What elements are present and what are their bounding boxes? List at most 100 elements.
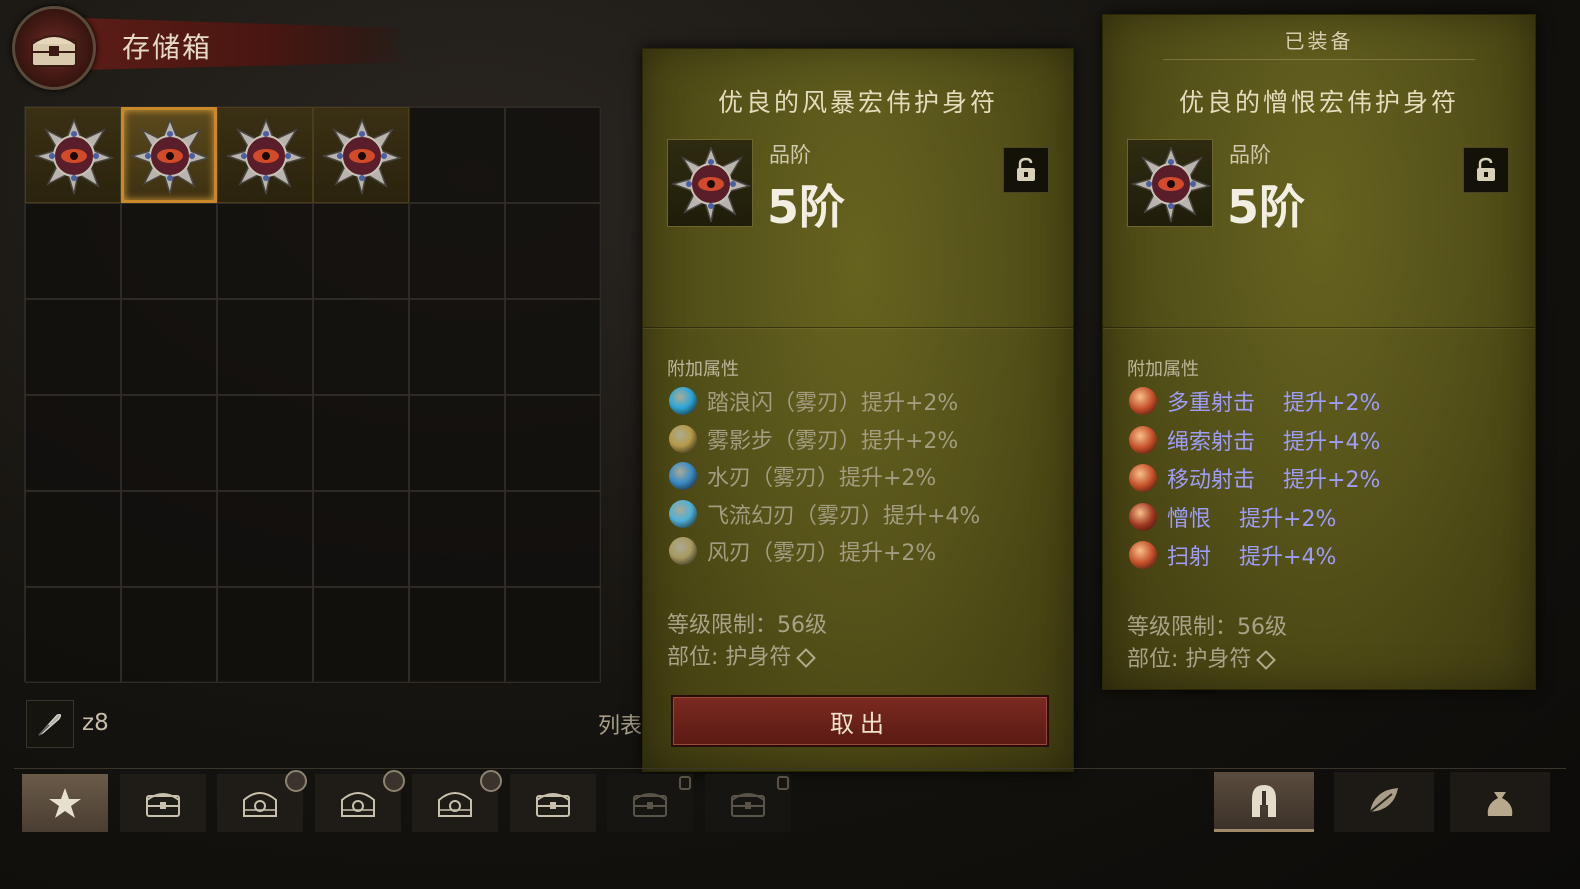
storage-tab-6[interactable] [509,774,596,832]
equipped-tooltip-card: 已装备 优良的憎恨宏伟护身符 品阶 5阶 附加属性 等级限制：56级 部位: 护… [1102,14,1536,690]
attribute-text: 风刃（雾刃）提升+2% [707,541,937,566]
skill-icon [1129,502,1157,531]
storage-slot[interactable] [25,107,121,203]
inventory-tab-bag[interactable] [1450,772,1550,832]
storage-tab-8[interactable] [704,774,791,832]
storage-slot[interactable] [505,395,601,491]
attribute-row: 踏浪闪（雾刃）提升+2% [669,385,958,417]
storage-slot[interactable] [121,203,217,299]
attribute-skill: 绳索射击 [1167,429,1256,455]
attribute-row: 水刃（雾刃）提升+2% [669,460,936,492]
storage-slot[interactable] [121,107,217,203]
slot-text: 部位: 护身符 [667,645,792,670]
skill-icon [1129,387,1157,415]
storage-slot[interactable] [313,203,409,299]
storage-slot[interactable] [313,491,409,587]
item-name: 优良的风暴宏伟护身符 [717,88,998,117]
lock-toggle-icon[interactable] [1463,147,1509,193]
amulet-icon [227,119,305,195]
storage-slot[interactable] [505,203,601,299]
lock-icon [679,776,691,790]
level-requirement: 等级限制：56级 [1127,615,1287,640]
storage-slot[interactable] [505,107,601,203]
item-name: 优良的憎恨宏伟护身符 [1178,88,1459,117]
slot-info: 部位: 护身符 [667,639,817,671]
skill-icon [669,387,697,415]
ornate-chest-icon [438,792,472,817]
slot-diamond-icon [796,648,817,668]
slot-text: 部位: 护身符 [1127,647,1252,672]
attribute-row: 飞流幻刃（雾刃）提升+4% [669,498,980,530]
skill-icon [669,499,697,528]
storage-tab-3[interactable] [217,770,307,832]
storage-tab-7[interactable] [607,774,693,832]
attribute-skill: 多重射击 [1167,391,1256,416]
storage-slot[interactable] [25,299,121,395]
item-icon [1127,139,1213,227]
list-view-label[interactable]: 列表 [598,708,642,740]
attribute-row: 多重射击 提升+2% [1129,385,1380,417]
take-out-button[interactable]: 取出 [671,695,1049,747]
inventory-tab-helmet[interactable] [1214,772,1314,832]
card-divider [1103,327,1535,328]
attribute-value: 提升+4% [1239,545,1337,570]
storage-slot[interactable] [25,203,121,299]
lock-icon [776,776,789,790]
storage-slot[interactable] [313,299,409,395]
storage-slot[interactable] [505,587,601,683]
storage-slot[interactable] [409,299,505,395]
storage-slot[interactable] [505,491,601,587]
clock-icon [480,770,502,792]
storage-slot[interactable] [121,587,217,683]
storage-slot[interactable] [505,299,601,395]
chest-icon [730,793,765,817]
storage-slot[interactable] [409,587,505,683]
slot-diamond-icon [1256,650,1277,670]
ornate-chest-icon [243,792,277,817]
storage-header: 存储箱 [12,6,432,90]
storage-tab-5[interactable] [412,770,502,832]
attribute-value: 提升+2% [1283,468,1381,493]
attribute-value: 提升+2% [1239,506,1337,532]
storage-slot[interactable] [409,107,505,203]
quill-currency-icon[interactable] [26,700,74,748]
attribute-skill: 扫射 [1167,545,1212,570]
attribute-skill: 憎恨 [1167,506,1212,532]
storage-slot[interactable] [409,395,505,491]
clock-icon [382,770,405,792]
storage-slot[interactable] [25,395,121,491]
storage-slot[interactable] [313,587,409,683]
skill-icon [1129,425,1157,454]
storage-slot[interactable] [25,491,121,587]
amulet-icon [35,119,113,195]
item-icon [667,139,753,227]
storage-slot[interactable] [409,491,505,587]
inventory-tab-leaf-material[interactable] [1334,772,1434,832]
storage-slot[interactable] [121,491,217,587]
storage-slot[interactable] [409,203,505,299]
storage-slot[interactable] [217,587,313,683]
storage-slot[interactable] [217,491,313,587]
clock-icon [285,770,307,792]
storage-slot[interactable] [313,107,409,203]
attribute-row: 雾影步（雾刃）提升+2% [669,423,958,455]
chest-emblem-icon [12,6,96,90]
attribute-value: 提升+4% [1283,429,1381,455]
bag-icon [1487,792,1513,816]
tier-value: 5阶 [767,180,846,234]
storage-slot[interactable] [217,203,313,299]
lock-toggle-icon[interactable] [1003,147,1049,193]
storage-slot[interactable] [25,587,121,683]
storage-slot[interactable] [121,299,217,395]
storage-slot[interactable] [121,395,217,491]
storage-tab-4[interactable] [314,770,405,832]
storage-tab-1[interactable] [22,774,108,832]
attributes-title: 附加属性 [1127,359,1199,380]
storage-slot[interactable] [217,395,313,491]
storage-slot[interactable] [217,299,313,395]
storage-slot[interactable] [217,107,313,203]
storage-slot[interactable] [313,395,409,491]
attribute-text: 踏浪闪（雾刃）提升+2% [707,391,959,416]
storage-tab-2[interactable] [119,774,206,832]
page-title: 存储箱 [122,31,213,64]
